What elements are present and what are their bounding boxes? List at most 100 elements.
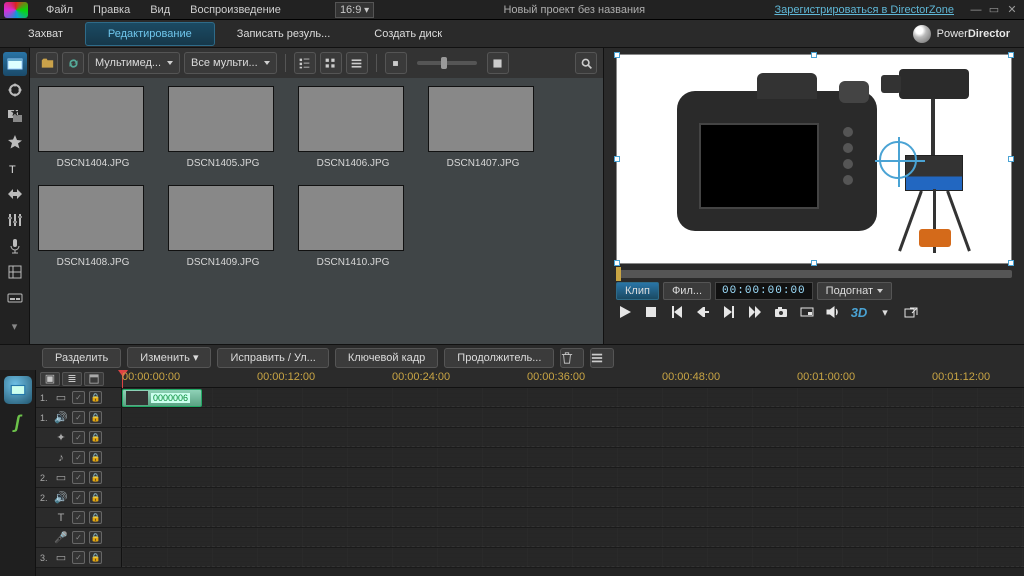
media-thumb[interactable]: DSCN1410.JPG: [298, 185, 408, 268]
track-header[interactable]: 1. ▭ ✓ 🔒: [36, 388, 122, 407]
fast-forward-button[interactable]: [746, 304, 764, 320]
magic-tools-icon[interactable]: ʃ: [15, 412, 21, 433]
refresh-button[interactable]: [62, 52, 84, 74]
track-display-button[interactable]: ≣: [62, 372, 82, 386]
three-d-menu-button[interactable]: ▾: [876, 304, 894, 320]
resize-handle[interactable]: [1008, 52, 1014, 58]
timeline-mode-icon[interactable]: [4, 376, 32, 404]
prev-unit-button[interactable]: [694, 304, 712, 320]
track-lane[interactable]: 0000006: [122, 388, 1024, 407]
media-thumb[interactable]: DSCN1404.JPG: [38, 86, 148, 169]
keyframe-button[interactable]: Ключевой кадр: [335, 348, 438, 368]
media-thumb[interactable]: DSCN1408.JPG: [38, 185, 148, 268]
tab-produce[interactable]: Записать резуль...: [215, 23, 353, 45]
resize-handle[interactable]: [811, 260, 817, 266]
track-lock-toggle[interactable]: 🔒: [89, 531, 102, 544]
track-lane[interactable]: [122, 468, 1024, 487]
track-visible-toggle[interactable]: ✓: [72, 491, 85, 504]
preview-mode-clip[interactable]: Клип: [616, 282, 659, 300]
track-header[interactable]: ♪ ✓ 🔒: [36, 448, 122, 467]
room-chapter-icon[interactable]: [3, 260, 27, 284]
play-button[interactable]: [616, 304, 634, 320]
media-thumb[interactable]: DSCN1406.JPG: [298, 86, 408, 169]
track-visible-toggle[interactable]: ✓: [72, 531, 85, 544]
room-audiomix-icon[interactable]: [3, 208, 27, 232]
undock-preview-button[interactable]: [902, 304, 920, 320]
library-menu-button[interactable]: [346, 52, 368, 74]
track-lane[interactable]: [122, 408, 1024, 427]
track-header[interactable]: 2. 🔊 ✓ 🔒: [36, 488, 122, 507]
menu-edit[interactable]: Правка: [83, 2, 140, 18]
view-details-button[interactable]: [294, 52, 316, 74]
thumb-smaller-button[interactable]: [385, 52, 407, 74]
room-subtitle-icon[interactable]: [3, 286, 27, 310]
directorzone-link[interactable]: Зарегистрироваться в DirectorZone: [774, 4, 954, 16]
redo-button[interactable]: [311, 8, 331, 12]
track-visible-toggle[interactable]: ✓: [72, 511, 85, 524]
room-pip-icon[interactable]: ★: [3, 104, 27, 128]
snapshot-button[interactable]: [772, 304, 790, 320]
view-thumbs-button[interactable]: [320, 52, 342, 74]
freeform-center-icon[interactable]: [879, 141, 917, 179]
track-lock-toggle[interactable]: 🔒: [89, 551, 102, 564]
more-actions-button[interactable]: [590, 348, 614, 368]
window-minimize-icon[interactable]: —: [968, 3, 984, 17]
undo-button[interactable]: [291, 8, 311, 12]
preview-quality-button[interactable]: [798, 304, 816, 320]
preview-scrubber[interactable]: [616, 270, 1012, 278]
tab-create-disc[interactable]: Создать диск: [352, 23, 464, 45]
track-visible-toggle[interactable]: ✓: [72, 451, 85, 464]
preview-fit-button[interactable]: Подогнат: [817, 282, 892, 300]
track-lane[interactable]: [122, 488, 1024, 507]
media-thumb[interactable]: DSCN1407.JPG: [428, 86, 538, 169]
track-lock-toggle[interactable]: 🔒: [89, 391, 102, 404]
tab-edit[interactable]: Редактирование: [85, 22, 215, 46]
track-header[interactable]: ✦ ✓ 🔒: [36, 428, 122, 447]
resize-handle[interactable]: [811, 52, 817, 58]
track-lock-toggle[interactable]: 🔒: [89, 411, 102, 424]
room-transition-icon[interactable]: [3, 182, 27, 206]
track-visible-toggle[interactable]: ✓: [72, 411, 85, 424]
thumb-larger-button[interactable]: [487, 52, 509, 74]
collapse-tracks-button[interactable]: ▣: [40, 372, 60, 386]
track-lane[interactable]: [122, 428, 1024, 447]
menu-view[interactable]: Вид: [140, 2, 180, 18]
timeline-ruler[interactable]: 00:00:00:00 00:00:12:00 00:00:24:00 00:0…: [122, 370, 1024, 387]
track-visible-toggle[interactable]: ✓: [72, 551, 85, 564]
track-lock-toggle[interactable]: 🔒: [89, 491, 102, 504]
track-lane[interactable]: [122, 448, 1024, 467]
media-thumb[interactable]: DSCN1405.JPG: [168, 86, 278, 169]
room-fx-icon[interactable]: [3, 78, 27, 102]
modify-button[interactable]: Изменить ▾: [127, 347, 211, 368]
room-media-icon[interactable]: [3, 52, 27, 76]
track-header[interactable]: 🎤 ✓ 🔒: [36, 528, 122, 547]
window-restore-icon[interactable]: ▭: [986, 3, 1002, 17]
media-thumb[interactable]: DSCN1409.JPG: [168, 185, 278, 268]
media-type-filter[interactable]: Мультимед...: [88, 52, 180, 74]
media-all-filter[interactable]: Все мульти...: [184, 52, 277, 74]
track-visible-toggle[interactable]: ✓: [72, 391, 85, 404]
resize-handle[interactable]: [1008, 260, 1014, 266]
window-close-icon[interactable]: ✕: [1004, 3, 1020, 17]
track-lock-toggle[interactable]: 🔒: [89, 431, 102, 444]
track-settings-button[interactable]: [84, 372, 104, 386]
room-particle-icon[interactable]: [3, 130, 27, 154]
import-media-button[interactable]: [36, 52, 58, 74]
resize-handle[interactable]: [614, 260, 620, 266]
fix-enhance-button[interactable]: Исправить / Ул...: [217, 348, 328, 368]
track-lock-toggle[interactable]: 🔒: [89, 471, 102, 484]
next-frame-button[interactable]: [720, 304, 738, 320]
aspect-ratio-selector[interactable]: 16:9 ▾: [335, 2, 374, 18]
search-button[interactable]: [575, 52, 597, 74]
room-title-icon[interactable]: T: [3, 156, 27, 180]
track-lane[interactable]: [122, 508, 1024, 527]
delete-clip-button[interactable]: [560, 348, 584, 368]
split-button[interactable]: Разделить: [42, 348, 121, 368]
menu-file[interactable]: Файл: [36, 2, 83, 18]
rail-collapse-icon[interactable]: ▾: [3, 314, 27, 338]
track-lane[interactable]: [122, 548, 1024, 567]
menu-playback[interactable]: Воспроизведение: [180, 2, 291, 18]
track-header[interactable]: T ✓ 🔒: [36, 508, 122, 527]
track-header[interactable]: 1. 🔊 ✓ 🔒: [36, 408, 122, 427]
thumb-size-slider[interactable]: [417, 61, 477, 65]
